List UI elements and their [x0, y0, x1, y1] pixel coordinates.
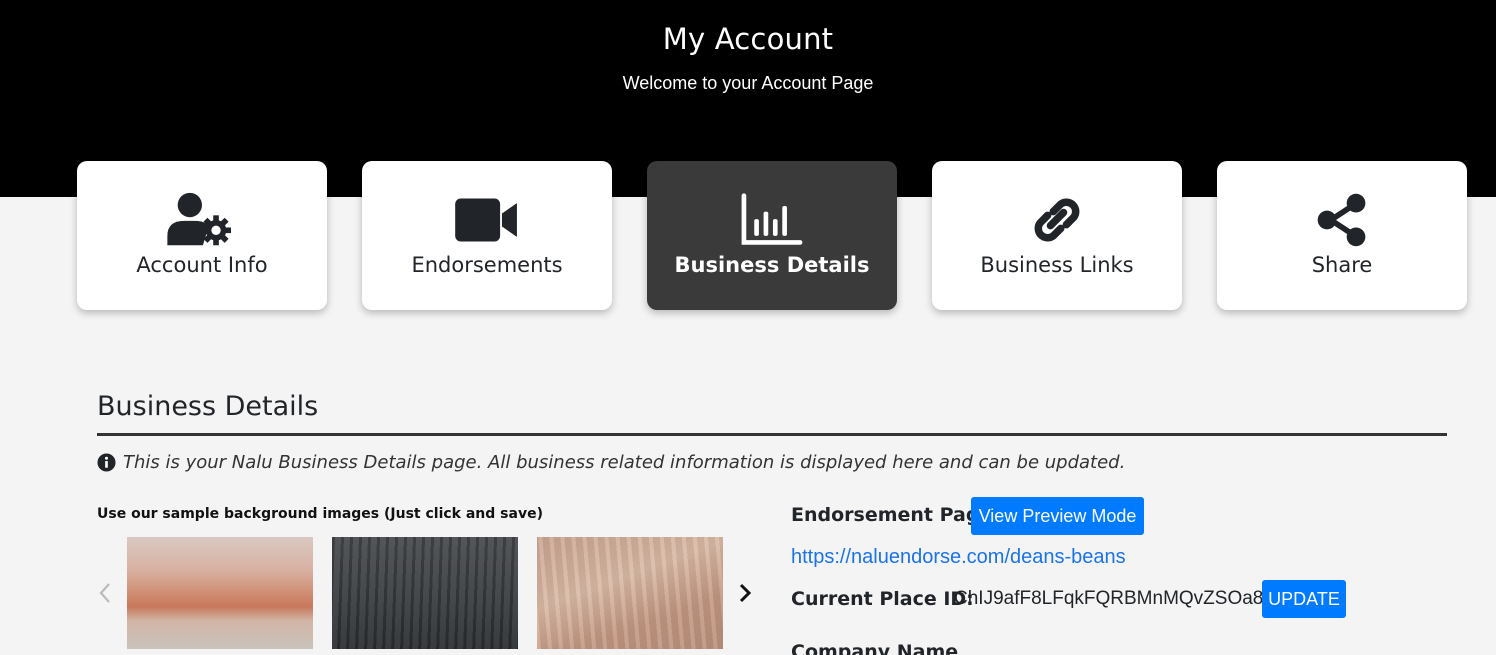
user-gear-icon	[77, 191, 327, 249]
chevron-left-icon[interactable]	[96, 578, 114, 608]
link-icon	[932, 191, 1182, 249]
video-camera-icon	[362, 191, 612, 249]
view-preview-button[interactable]: View Preview Mode	[971, 497, 1144, 535]
nav-card-label: Share	[1311, 253, 1373, 277]
chevron-right-icon[interactable]	[736, 578, 754, 608]
endorsement-page-link[interactable]: https://naluendorse.com/deans-beans	[791, 546, 1126, 569]
nav-card-label: Account Info	[136, 253, 268, 277]
endorsement-page-label: Endorsement Page	[791, 504, 993, 526]
place-id-label: Current Place ID:	[791, 588, 974, 610]
section-title: Business Details	[97, 391, 319, 422]
nav-card-business-links[interactable]: Business Links	[932, 161, 1182, 310]
nav-card-account-info[interactable]: Account Info	[77, 161, 327, 310]
company-name-label: Company Name	[791, 641, 959, 655]
info-icon	[97, 453, 116, 472]
nav-card-label: Endorsements	[411, 253, 563, 277]
share-icon	[1217, 191, 1467, 249]
nav-card-share[interactable]: Share	[1217, 161, 1467, 310]
info-message: This is your Nalu Business Details page.…	[97, 452, 1125, 473]
page-title: My Account	[662, 22, 834, 56]
nav-card-label: Business Links	[980, 253, 1134, 277]
place-id-value: ChIJ9afF8LFqkFQRBMnMQvZSOa8	[954, 588, 1264, 609]
update-place-id-button[interactable]: UPDATE	[1262, 580, 1346, 618]
sample-image-3[interactable]	[537, 537, 723, 649]
sample-image-1[interactable]	[127, 537, 313, 649]
section-divider	[97, 433, 1447, 436]
nav-card-business-details[interactable]: Business Details	[647, 161, 897, 310]
page-subtitle: Welcome to your Account Page	[622, 73, 874, 93]
sample-image-2[interactable]	[332, 537, 518, 649]
nav-card-label: Business Details	[674, 253, 870, 277]
bar-chart-icon	[647, 191, 897, 249]
sample-images-label: Use our sample background images (Just c…	[97, 506, 543, 522]
nav-card-endorsements[interactable]: Endorsements	[362, 161, 612, 310]
info-text: This is your Nalu Business Details page.…	[123, 452, 1126, 473]
